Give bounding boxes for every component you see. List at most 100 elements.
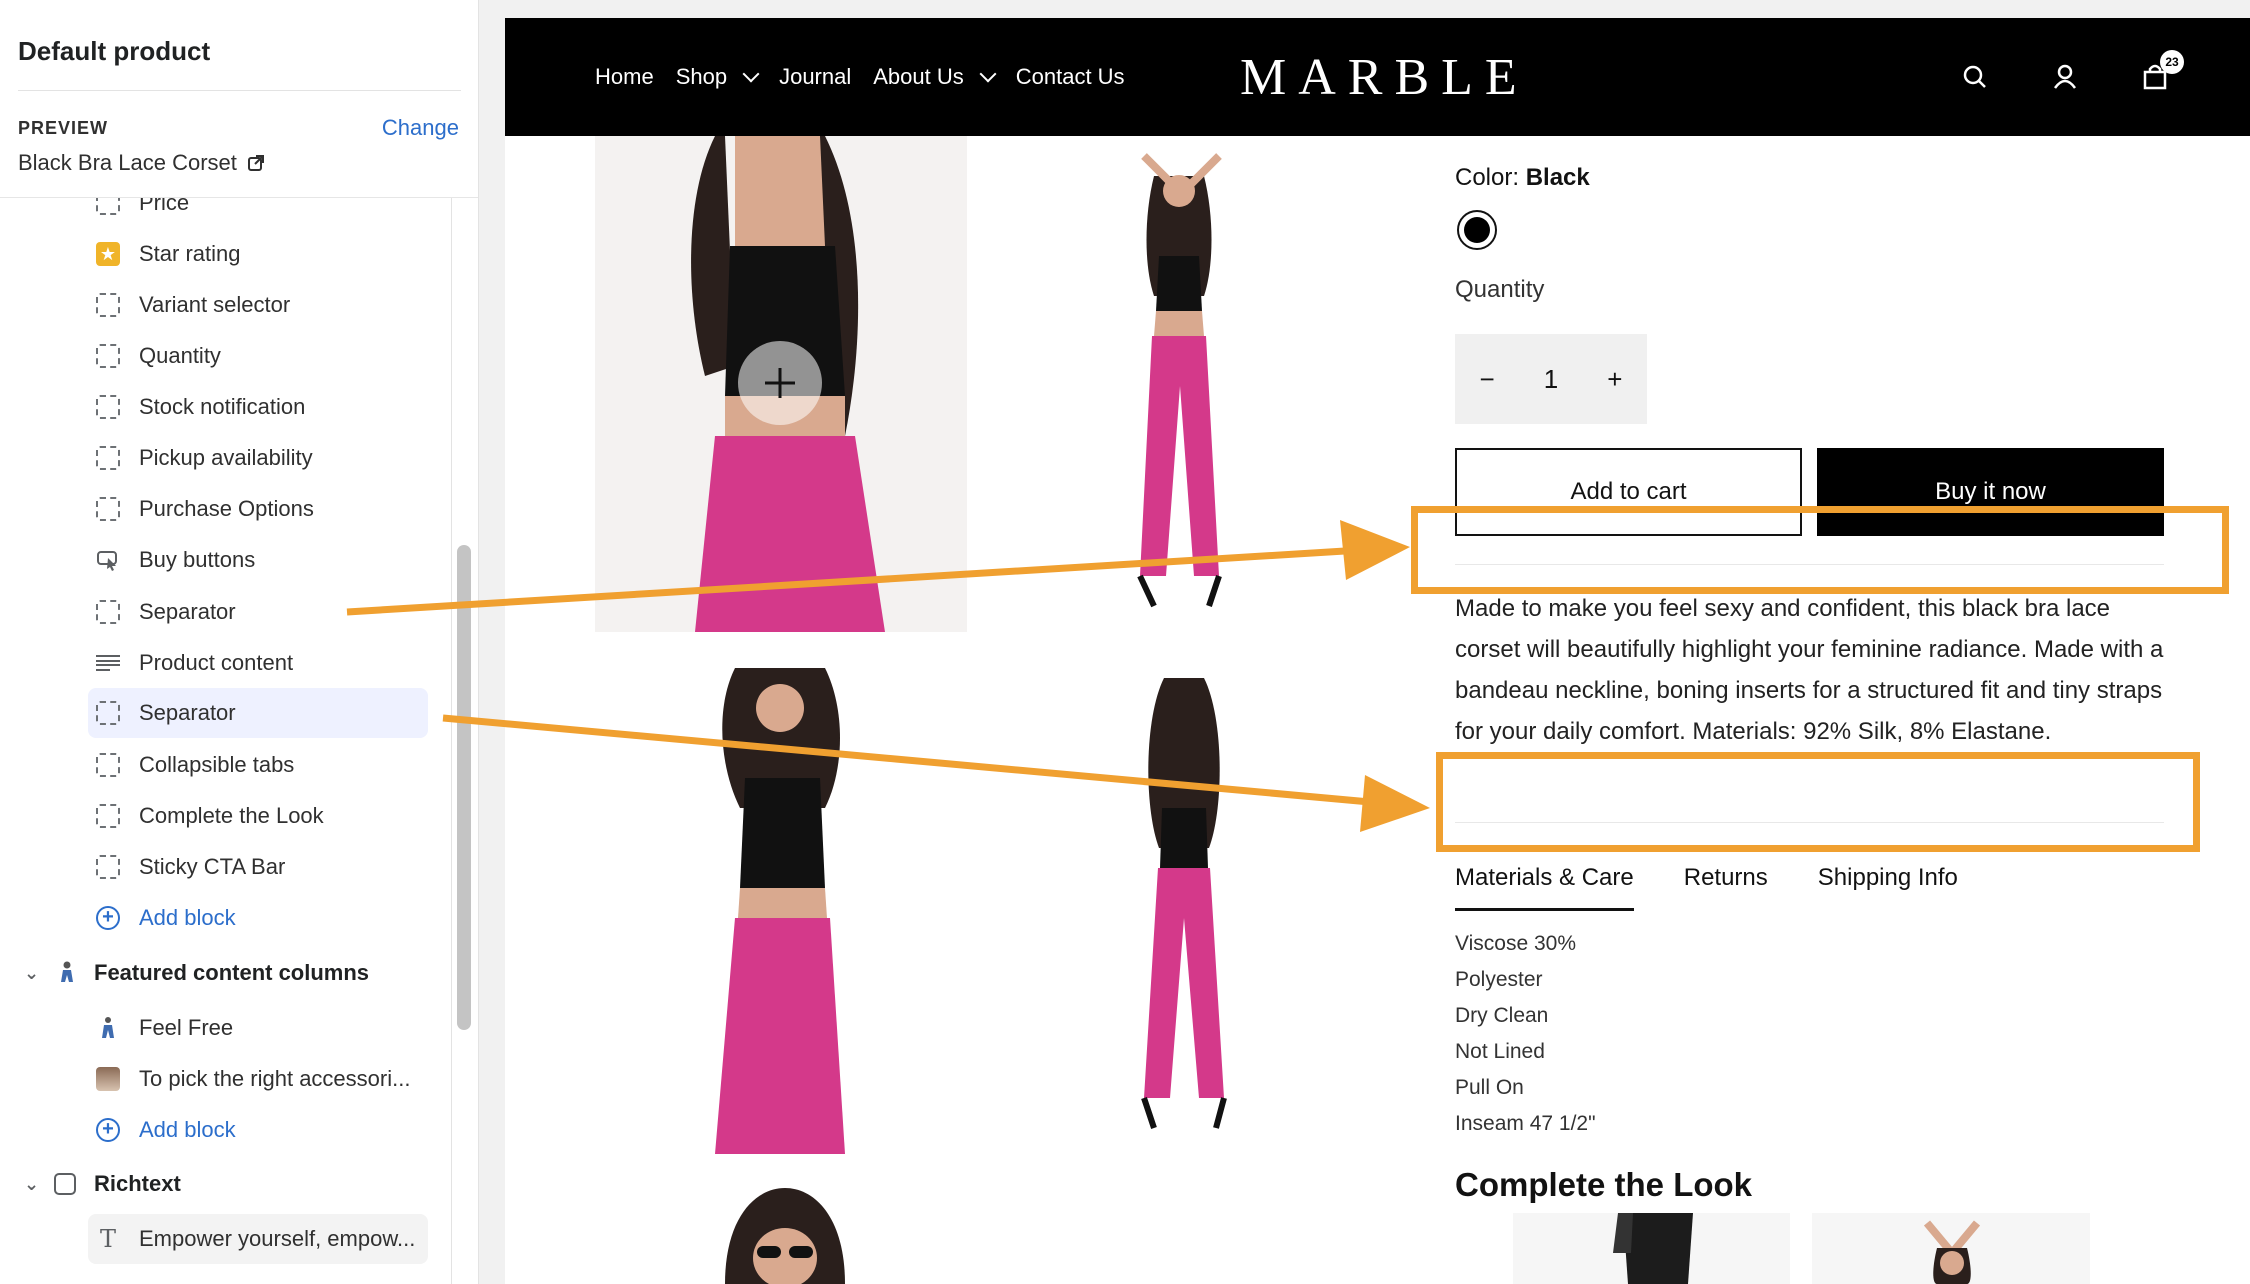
- block-stock-notification[interactable]: Stock notification: [88, 382, 428, 432]
- block-label: Variant selector: [139, 292, 291, 317]
- add-block-button-featured[interactable]: + Add block: [88, 1105, 428, 1155]
- block-purchase-options[interactable]: Purchase Options: [88, 484, 428, 534]
- dashed-square-icon: [96, 344, 120, 368]
- account-icon[interactable]: [2050, 62, 2080, 92]
- dashed-square-icon: [96, 600, 120, 624]
- quantity-value[interactable]: 1: [1544, 364, 1558, 395]
- color-swatch-black[interactable]: [1457, 210, 1497, 250]
- block-feel-free[interactable]: Feel Free: [88, 1003, 428, 1053]
- plus-circle-icon: +: [96, 906, 120, 930]
- block-label: Product content: [139, 650, 294, 675]
- look-item-1[interactable]: [1513, 1213, 1790, 1284]
- block-label: Collapsible tabs: [139, 752, 295, 777]
- quantity-minus-button[interactable]: −: [1480, 364, 1495, 395]
- block-empower-yourself[interactable]: T Empower yourself, empow...: [88, 1214, 428, 1264]
- materials-list: Viscose 30% Polyester Dry Clean Not Line…: [1455, 926, 1596, 1142]
- block-label: Feel Free: [139, 1015, 234, 1040]
- dashed-square-icon: [96, 395, 120, 419]
- block-separator-1[interactable]: Separator: [88, 587, 428, 637]
- tab-shipping-info[interactable]: Shipping Info: [1818, 864, 1958, 911]
- sidebar-scrollbar[interactable]: [457, 545, 471, 1030]
- nav-journal[interactable]: Journal: [779, 64, 851, 90]
- product-image-3[interactable]: [595, 658, 967, 1154]
- list-item: Not Lined: [1455, 1040, 1545, 1063]
- block-quantity[interactable]: Quantity: [88, 331, 428, 381]
- dashed-square-icon: [96, 753, 120, 777]
- list-item: Viscose 30%: [1455, 932, 1577, 955]
- image-thumbnail-icon: [96, 1067, 120, 1091]
- block-separator-2[interactable]: Separator: [88, 688, 428, 738]
- preview-product[interactable]: Black Bra Lace Corset: [18, 150, 265, 176]
- list-item: Dry Clean: [1455, 1004, 1549, 1027]
- block-label: Empower yourself, empow...: [139, 1226, 416, 1251]
- nav-label: Home: [595, 64, 654, 89]
- chevron-down-icon[interactable]: ⌄: [24, 963, 39, 984]
- nav-shop[interactable]: Shop: [676, 64, 760, 90]
- model-photo-side: [595, 658, 967, 1154]
- product-image-5[interactable]: [595, 1178, 967, 1284]
- color-label: Color:: [1455, 164, 1520, 191]
- quantity-stepper: − 1 +: [1455, 334, 1647, 424]
- change-preview-link[interactable]: Change: [382, 115, 459, 141]
- block-product-content[interactable]: Product content: [88, 638, 428, 688]
- section-label: Featured content columns: [94, 960, 370, 985]
- block-buy-buttons[interactable]: Buy buttons: [88, 535, 428, 585]
- chevron-down-icon: [979, 65, 997, 83]
- add-block-label: Add block: [139, 1117, 236, 1142]
- cart-button[interactable]: 23: [2140, 50, 2184, 92]
- nav-label: Contact Us: [1015, 64, 1125, 89]
- store-logo[interactable]: MARBLE: [1240, 48, 1529, 107]
- block-pick-accessories[interactable]: To pick the right accessori...: [88, 1054, 428, 1104]
- annotation-box-separator-2: [1436, 752, 2200, 852]
- look-item-2[interactable]: [1812, 1213, 2090, 1284]
- plus-circle-icon: +: [96, 1118, 120, 1142]
- product-image-1[interactable]: [595, 136, 967, 632]
- dashed-square-icon: [96, 701, 120, 725]
- look-product-photo: [1812, 1213, 2090, 1284]
- block-pickup-availability[interactable]: Pickup availability: [88, 433, 428, 483]
- model-photo-closeup: [595, 136, 967, 632]
- block-label: Buy buttons: [139, 547, 256, 572]
- block-variant-selector[interactable]: Variant selector: [88, 280, 428, 330]
- section-featured-content-columns[interactable]: ⌄ Featured content columns: [0, 948, 440, 998]
- block-complete-the-look[interactable]: Complete the Look: [88, 791, 428, 841]
- list-item: Pull On: [1455, 1076, 1524, 1099]
- model-photo-sunglasses: [595, 1178, 967, 1284]
- nav-contact-us[interactable]: Contact Us: [1016, 64, 1125, 90]
- text-lines-icon: [96, 651, 120, 675]
- product-image-2[interactable]: [994, 136, 1366, 632]
- collapsible-tabs: Materials & Care Returns Shipping Info: [1455, 864, 1958, 911]
- block-collapsible-tabs[interactable]: Collapsible tabs: [88, 740, 428, 790]
- block-label: Star rating: [139, 241, 241, 266]
- chevron-down-icon[interactable]: ⌄: [24, 1174, 39, 1195]
- tab-materials-care[interactable]: Materials & Care: [1455, 864, 1634, 911]
- quantity-plus-button[interactable]: +: [1607, 364, 1622, 395]
- add-block-button[interactable]: + Add block: [88, 893, 428, 943]
- scroll-track: [451, 198, 452, 1284]
- product-image-4[interactable]: [994, 658, 1366, 1154]
- store-header: Home Shop Journal About Us Contact Us MA…: [505, 18, 2250, 136]
- block-label: Quantity: [139, 343, 221, 368]
- person-icon: [102, 1017, 114, 1038]
- sidebar-title: Default product: [18, 36, 211, 66]
- block-star-rating[interactable]: ★ Star rating: [88, 229, 428, 279]
- preview-label: PREVIEW: [18, 118, 109, 138]
- nav-home[interactable]: Home: [595, 64, 654, 90]
- chevron-down-icon: [742, 65, 760, 83]
- block-label: Separator: [139, 700, 236, 725]
- block-sticky-cta-bar[interactable]: Sticky CTA Bar: [88, 842, 428, 892]
- tab-returns[interactable]: Returns: [1684, 864, 1768, 911]
- block-label: Complete the Look: [139, 803, 324, 828]
- add-block-label: Add block: [139, 905, 236, 930]
- section-label: Richtext: [94, 1171, 181, 1196]
- nav-about-us[interactable]: About Us: [873, 64, 997, 90]
- block-label: Purchase Options: [139, 496, 314, 521]
- external-link-icon[interactable]: [247, 154, 265, 172]
- nav-label: Journal: [779, 64, 852, 89]
- main-nav: Home Shop Journal About Us Contact Us: [595, 18, 1125, 136]
- look-product-photo: [1513, 1213, 1790, 1284]
- header-icons: 23: [1960, 18, 2184, 136]
- section-richtext[interactable]: ⌄ Richtext: [0, 1159, 440, 1209]
- search-icon[interactable]: [1960, 62, 1990, 92]
- nav-label: About Us: [873, 64, 964, 89]
